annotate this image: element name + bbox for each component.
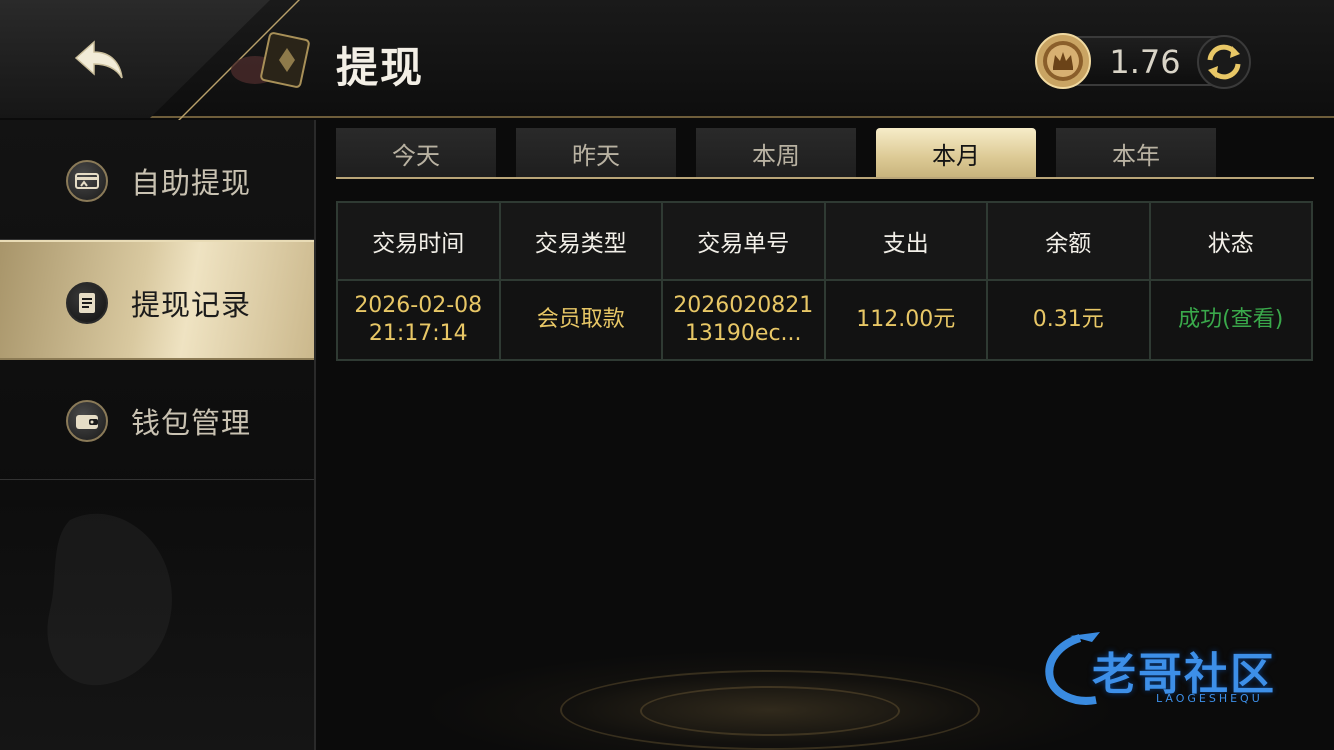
watermark-subtext: LAOGESHEQU — [1156, 692, 1263, 705]
column-header-balance: 余额 — [986, 201, 1151, 281]
record-list-icon — [66, 282, 108, 324]
cell-order-no-text: 202602082113190ec... — [673, 293, 814, 346]
site-watermark-logo: 老哥社区 LAOGESHEQU — [1040, 630, 1320, 710]
wallet-icon — [66, 400, 108, 442]
back-arrow-icon — [74, 40, 123, 79]
sidebar-item-withdraw-records[interactable]: 提现记录 — [0, 240, 314, 360]
table-header-row: 交易时间 交易类型 交易单号 支出 余额 状态 — [336, 201, 1313, 281]
cell-time-text: 2026-02-08 21:17:14 — [354, 293, 483, 346]
withdraw-records-table: 交易时间 交易类型 交易单号 支出 余额 状态 2026-02-08 21:17… — [336, 201, 1313, 361]
cell-time: 2026-02-08 21:17:14 — [336, 279, 501, 361]
cell-status-view-link[interactable]: 成功(查看) — [1148, 279, 1313, 361]
refresh-icon — [1197, 35, 1251, 89]
crown-chip-icon — [1034, 32, 1092, 90]
cell-type: 会员取款 — [498, 279, 663, 361]
header-bar: 提现 1.76 — [0, 0, 1334, 140]
sidebar: 自助提现 提现记录 钱包管理 — [0, 120, 316, 750]
column-header-order-no: 交易单号 — [661, 201, 826, 281]
card-withdraw-icon — [66, 160, 108, 202]
column-header-amount: 支出 — [823, 201, 988, 281]
tabs-underline — [336, 177, 1314, 179]
column-header-time: 交易时间 — [336, 201, 501, 281]
sidebar-item-self-withdraw[interactable]: 自助提现 — [0, 120, 314, 240]
column-header-status: 状态 — [1148, 201, 1313, 281]
playing-cards-icon — [225, 30, 325, 90]
column-header-type: 交易类型 — [498, 201, 663, 281]
sidebar-item-wallet-management[interactable]: 钱包管理 — [0, 360, 314, 480]
cell-balance: 0.31元 — [986, 279, 1151, 361]
tab-this-year[interactable]: 本年 — [1056, 128, 1216, 178]
table-row: 2026-02-08 21:17:14 会员取款 202602082113190… — [336, 279, 1313, 361]
cell-amount: 112.00元 — [823, 279, 988, 361]
sidebar-item-label: 钱包管理 — [131, 406, 252, 440]
floor-ring-decoration — [640, 686, 900, 736]
back-button[interactable] — [60, 30, 140, 90]
sidebar-item-label: 提现记录 — [131, 288, 252, 322]
tab-this-week[interactable]: 本周 — [696, 128, 856, 178]
tab-yesterday[interactable]: 昨天 — [516, 128, 676, 178]
period-tabs: 今天 昨天 本周 本月 本年 — [336, 128, 1314, 180]
page-title: 提现 — [336, 43, 425, 92]
tab-today[interactable]: 今天 — [336, 128, 496, 178]
refresh-button[interactable] — [1196, 34, 1252, 90]
balance-value: 1.76 — [1109, 43, 1181, 81]
cell-order-no: 202602082113190ec... — [661, 279, 826, 361]
tab-this-month[interactable]: 本月 — [876, 128, 1036, 178]
sidebar-item-label: 自助提现 — [131, 166, 252, 200]
background-figure-decoration — [30, 500, 190, 690]
